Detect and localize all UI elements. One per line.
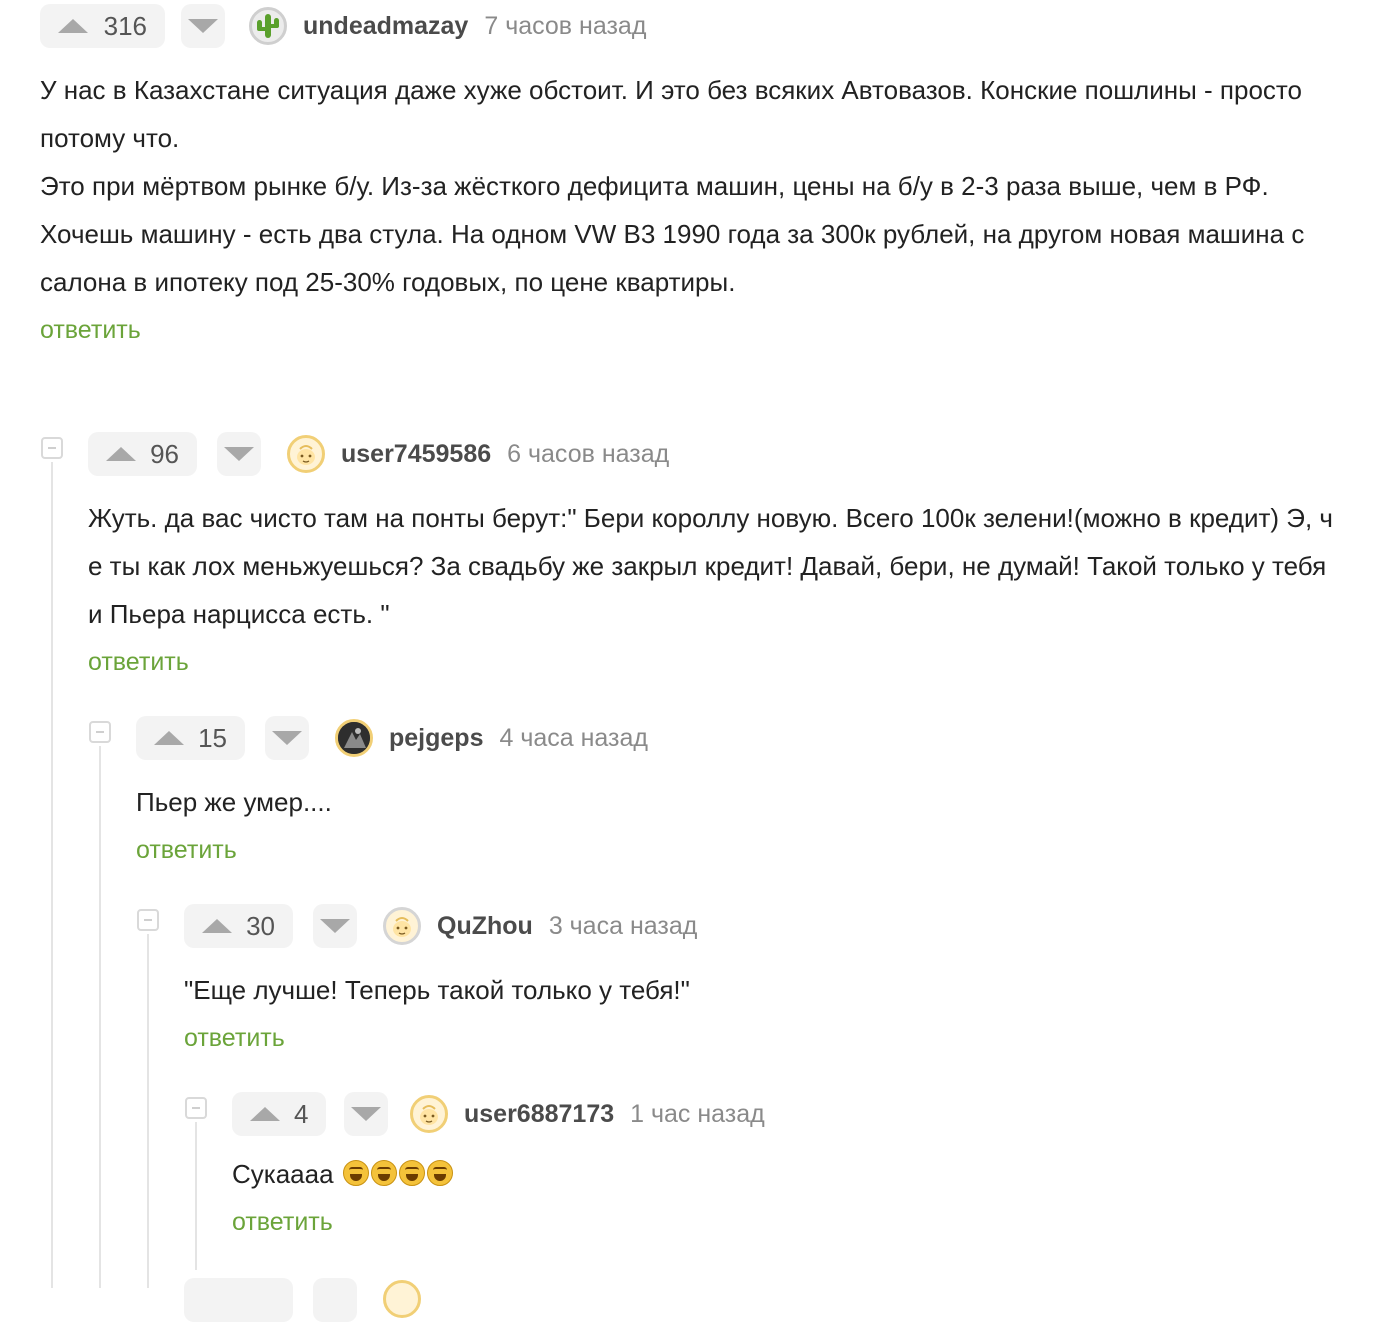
reply-link[interactable]: ответить <box>40 316 141 345</box>
comment: 30 QuZhou 3 часа назад "Еще лучше! Тепер… <box>184 904 1340 1053</box>
comment-header: 30 QuZhou 3 часа назад <box>184 904 1340 948</box>
author-name[interactable]: pejgeps <box>389 724 483 753</box>
thread-line <box>195 1122 197 1270</box>
default-avatar-icon[interactable] <box>383 907 421 945</box>
upvote-button[interactable]: 96 <box>88 432 197 476</box>
arrow-up-icon <box>202 919 232 933</box>
vote-count: 96 <box>150 438 179 469</box>
next-comment-avatar-icon[interactable] <box>383 1280 421 1318</box>
author-name[interactable]: QuZhou <box>437 912 533 941</box>
comment: 96 user7459586 6 часов назад Жуть. да ва… <box>88 432 1340 677</box>
vote-count: 316 <box>103 10 147 41</box>
comment-time: 6 часов назад <box>507 439 670 468</box>
laughing-emoji-icon <box>370 1160 397 1186</box>
arrow-up-icon <box>250 1107 280 1121</box>
comment: 316 undeadmazay 7 часов назад У нас в Ка… <box>40 4 1340 345</box>
downvote-button[interactable] <box>181 4 225 48</box>
arrow-up-icon <box>58 19 88 33</box>
comment-time: 7 часов назад <box>484 11 647 40</box>
collapse-thread-button[interactable] <box>41 437 63 459</box>
comment-text: "Еще лучше! Теперь такой только у тебя!" <box>184 966 1340 1014</box>
downvote-button[interactable] <box>313 904 357 948</box>
laughing-emoji-icon <box>426 1160 453 1186</box>
author-name[interactable]: undeadmazay <box>303 12 468 41</box>
collapse-thread-button[interactable] <box>185 1097 207 1119</box>
vote-count: 30 <box>246 910 275 941</box>
arrow-down-icon <box>351 1107 381 1121</box>
comment-text: Жуть. да вас чисто там на понты берут:" … <box>88 494 1340 638</box>
upvote-button[interactable]: 316 <box>40 4 165 48</box>
reply-link[interactable]: ответить <box>232 1208 333 1237</box>
next-comment-upvote-button[interactable] <box>184 1278 293 1322</box>
next-comment-downvote-button[interactable] <box>313 1278 357 1322</box>
cactus-avatar-icon[interactable] <box>249 7 287 45</box>
downvote-button[interactable] <box>217 432 261 476</box>
arrow-down-icon <box>272 731 302 745</box>
comment-header: 15 pejgeps 4 часа назад <box>136 716 1340 760</box>
vote-count: 15 <box>198 722 227 753</box>
thread-line <box>99 746 101 1288</box>
reply-link[interactable]: ответить <box>88 648 189 677</box>
author-name[interactable]: user7459586 <box>341 440 491 469</box>
default-avatar-icon[interactable] <box>410 1095 448 1133</box>
arrow-up-icon <box>154 731 184 745</box>
upvote-button[interactable]: 30 <box>184 904 293 948</box>
thread-line <box>147 934 149 1288</box>
comment-time: 1 час назад <box>630 1099 765 1128</box>
comment-header: 316 undeadmazay 7 часов назад <box>40 4 1340 48</box>
author-name[interactable]: user6887173 <box>464 1100 614 1129</box>
comment-paragraph: Пьер же умер.... <box>136 787 332 817</box>
vote-count: 4 <box>294 1098 309 1129</box>
comment-paragraph: Жуть. да вас чисто там на понты берут:" … <box>88 503 1333 629</box>
photo-avatar-icon[interactable] <box>335 719 373 757</box>
arrow-down-icon <box>188 19 218 33</box>
arrow-down-icon <box>320 919 350 933</box>
comment: 15 pejgeps 4 часа назад Пьер же умер....… <box>136 716 1340 865</box>
comment-header: 96 user7459586 6 часов назад <box>88 432 1340 476</box>
laughing-emoji-icon <box>398 1160 425 1186</box>
reply-link[interactable]: ответить <box>184 1024 285 1053</box>
comment-header: 4 user6887173 1 час назад <box>232 1092 1340 1136</box>
comment-paragraph: У нас в Казахстане ситуация даже хуже об… <box>40 75 1302 153</box>
collapse-thread-button[interactable] <box>89 721 111 743</box>
downvote-button[interactable] <box>265 716 309 760</box>
arrow-up-icon <box>106 447 136 461</box>
thread-line <box>51 462 53 1288</box>
upvote-button[interactable]: 15 <box>136 716 245 760</box>
downvote-button[interactable] <box>344 1092 388 1136</box>
comment-time: 4 часа назад <box>499 723 648 752</box>
comment-time: 3 часа назад <box>548 911 698 940</box>
comment-paragraph: "Еще лучше! Теперь такой только у тебя!" <box>184 975 690 1005</box>
collapse-thread-button[interactable] <box>137 909 159 931</box>
comment-text: Пьер же умер.... <box>136 778 1340 826</box>
comment-paragraph: Сукаааа <box>232 1150 1340 1198</box>
laughing-emoji-icon <box>342 1160 369 1186</box>
comment-text: Сукаааа <box>232 1150 1340 1198</box>
default-avatar-icon[interactable] <box>287 435 325 473</box>
comment-paragraph: Это при мёртвом рынке б/у. Из-за жёстког… <box>40 171 1269 201</box>
comment-text: У нас в Казахстане ситуация даже хуже об… <box>40 66 1340 306</box>
comment-paragraph-text: Сукаааа <box>232 1159 334 1189</box>
comment-paragraph: Хочешь машину - есть два стула. На одном… <box>40 219 1305 297</box>
arrow-down-icon <box>224 447 254 461</box>
upvote-button[interactable]: 4 <box>232 1092 326 1136</box>
comment: 4 user6887173 1 час назад Сукаааа ответи… <box>232 1092 1340 1237</box>
reply-link[interactable]: ответить <box>136 836 237 865</box>
